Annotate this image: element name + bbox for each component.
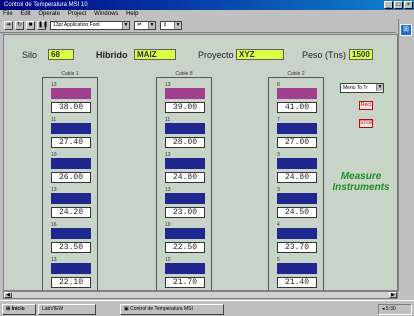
temperature-bar	[277, 263, 317, 274]
temperature-bar	[165, 263, 205, 274]
cable-1-panel: Cable 1 13 38.00 11 27.40 10 26.00 13 24.20 16 23…	[42, 71, 98, 295]
chevron-down-icon: ▼	[122, 22, 129, 29]
font-select[interactable]: 13pt Application Font ▼	[50, 21, 130, 30]
distribute-icon: ⇕	[163, 22, 168, 28]
right-scroll-area	[398, 19, 414, 291]
temperature-readout: 27.40	[51, 137, 91, 148]
speaker-icon: ◂	[382, 306, 385, 312]
temperature-readout: 21.70	[165, 277, 205, 288]
close-button[interactable]: ×	[404, 1, 413, 9]
temperature-readout: 24.20	[51, 207, 91, 218]
chevron-down-icon: ▼	[148, 22, 155, 29]
front-panel: Silo 68 Hibrido MAIZ Proyecto XYZ Peso (…	[3, 34, 398, 295]
temperature-readout: 39.00	[165, 102, 205, 113]
temperature-readout: 23.50	[51, 242, 91, 253]
font-select-value: 13pt Application Font	[53, 22, 100, 28]
temperature-readout: 22.10	[51, 277, 91, 288]
taskbar-item-label: Control de Temperatura MSI	[130, 306, 193, 312]
stop-button[interactable]: STOP	[359, 119, 374, 128]
temperature-bar	[277, 193, 317, 204]
proyecto-label: Proyecto	[198, 50, 234, 60]
scroll-left-icon[interactable]: ◀	[4, 292, 12, 298]
scroll-right-icon[interactable]: ▶	[389, 292, 397, 298]
temperature-bar	[277, 158, 317, 169]
temperature-readout: 23.70	[277, 242, 317, 253]
temperature-bar	[165, 193, 205, 204]
temperature-bar	[277, 123, 317, 134]
menu-file[interactable]: File	[3, 11, 13, 17]
horizontal-scrollbar[interactable]: ◀ ▶	[3, 291, 398, 299]
chevron-down-icon: ▼	[174, 22, 181, 29]
run-continuous-icon[interactable]: ↻	[15, 21, 24, 30]
temperature-bar	[165, 123, 205, 134]
temperature-bar	[165, 158, 205, 169]
pause-icon[interactable]: ❚❚	[37, 21, 48, 30]
temperature-readout: 26.00	[51, 172, 91, 183]
cable-8-panel: Cable 8 13 39.00 11 28.00 13 24.80 13 23.00 10 22…	[156, 71, 212, 295]
temperature-readout: 23.00	[165, 207, 205, 218]
menu-help[interactable]: Help	[126, 11, 138, 17]
menu-project[interactable]: Project	[68, 11, 87, 17]
rect-button[interactable]: Rect	[359, 101, 373, 110]
silo-label: Silo	[22, 50, 38, 60]
temperature-readout: 27.00	[277, 137, 317, 148]
temperature-readout: 24.80	[165, 172, 205, 183]
temperature-readout: 24.80	[277, 172, 317, 183]
cable-frame: 13 39.00 11 28.00 13 24.80 13 23.00 10 22.50 10 21.…	[156, 77, 212, 295]
proyecto-field[interactable]: XYZ	[236, 49, 284, 60]
taskbar-item-labview[interactable]: LabVIEW	[38, 304, 96, 315]
measure-instruments-label: Measure Instruments	[332, 171, 390, 193]
chevron-down-icon: ▼	[376, 84, 383, 91]
start-button[interactable]: ⊞ Inicio	[2, 304, 36, 315]
temperature-bar	[51, 228, 91, 239]
app-icon: ▣	[124, 306, 129, 312]
silo-field[interactable]: 68	[48, 49, 74, 60]
temperature-readout: 28.00	[165, 137, 205, 148]
temperature-bar	[277, 228, 317, 239]
taskbar: ⊞ Inicio LabVIEW ▣ Control de Temperatur…	[0, 300, 414, 316]
temperature-readout: 21.40	[277, 277, 317, 288]
temperature-readout: 24.50	[277, 207, 317, 218]
clock: 5:30	[385, 306, 396, 312]
temperature-bar	[51, 263, 91, 274]
maximize-button[interactable]: □	[394, 1, 403, 9]
cable-2-panel: Cable 2 8 41.00 7 27.00 3 24.80 3 24.50 4 23.70 5 2…	[268, 71, 324, 295]
temperature-bar	[51, 88, 91, 99]
cable-frame: 13 38.00 11 27.40 10 26.00 13 24.20 16 23.50 13 22.…	[42, 77, 98, 295]
temperature-readout: 41.00	[277, 102, 317, 113]
menu-edit[interactable]: Edit	[20, 11, 30, 17]
minimize-button[interactable]: _	[384, 1, 393, 9]
hibrido-field[interactable]: MAIZ	[134, 49, 176, 60]
windows-logo-icon: ⊞	[6, 306, 11, 312]
align-icon: ⇌	[137, 22, 142, 28]
temperature-bar	[277, 88, 317, 99]
menu-operate[interactable]: Operate	[38, 11, 60, 17]
abort-icon[interactable]: ■	[26, 21, 35, 30]
menu-bar: File Edit Operate Project Windows Help	[0, 10, 414, 19]
system-tray: ◂ 5:30	[378, 304, 412, 315]
cable-frame: 8 41.00 7 27.00 3 24.80 3 24.50 4 23.70 5 21.40	[268, 77, 324, 295]
peso-field[interactable]: 1500	[349, 49, 373, 60]
toolbar: ➔ ↻ ■ ❚❚ 13pt Application Font ▼ ⇌ ▼ ⇕ ▼	[0, 19, 396, 33]
temperature-bar	[51, 123, 91, 134]
mode-select[interactable]: Menu To Tr ▼	[340, 83, 384, 93]
start-label: Inicio	[11, 306, 25, 312]
mode-select-value: Menu To Tr	[343, 85, 368, 91]
temperature-bar	[165, 228, 205, 239]
hibrido-label: Hibrido	[96, 50, 128, 60]
run-arrow-icon[interactable]: ➔	[4, 21, 13, 30]
distribute-select[interactable]: ⇕ ▼	[160, 21, 182, 30]
taskbar-item-control[interactable]: ▣ Control de Temperatura MSI	[120, 304, 224, 315]
temperature-readout: 22.50	[165, 242, 205, 253]
peso-label: Peso (Tns)	[302, 50, 347, 60]
vi-icon: ⊞	[400, 24, 412, 36]
menu-windows[interactable]: Windows	[94, 11, 118, 17]
temperature-bar	[51, 193, 91, 204]
temperature-bar	[165, 88, 205, 99]
align-select[interactable]: ⇌ ▼	[134, 21, 156, 30]
temperature-bar	[51, 158, 91, 169]
window-titlebar: Control de Temperatura MSI 10	[0, 0, 414, 10]
window-title: Control de Temperatura MSI 10	[4, 2, 88, 8]
temperature-readout: 38.00	[51, 102, 91, 113]
